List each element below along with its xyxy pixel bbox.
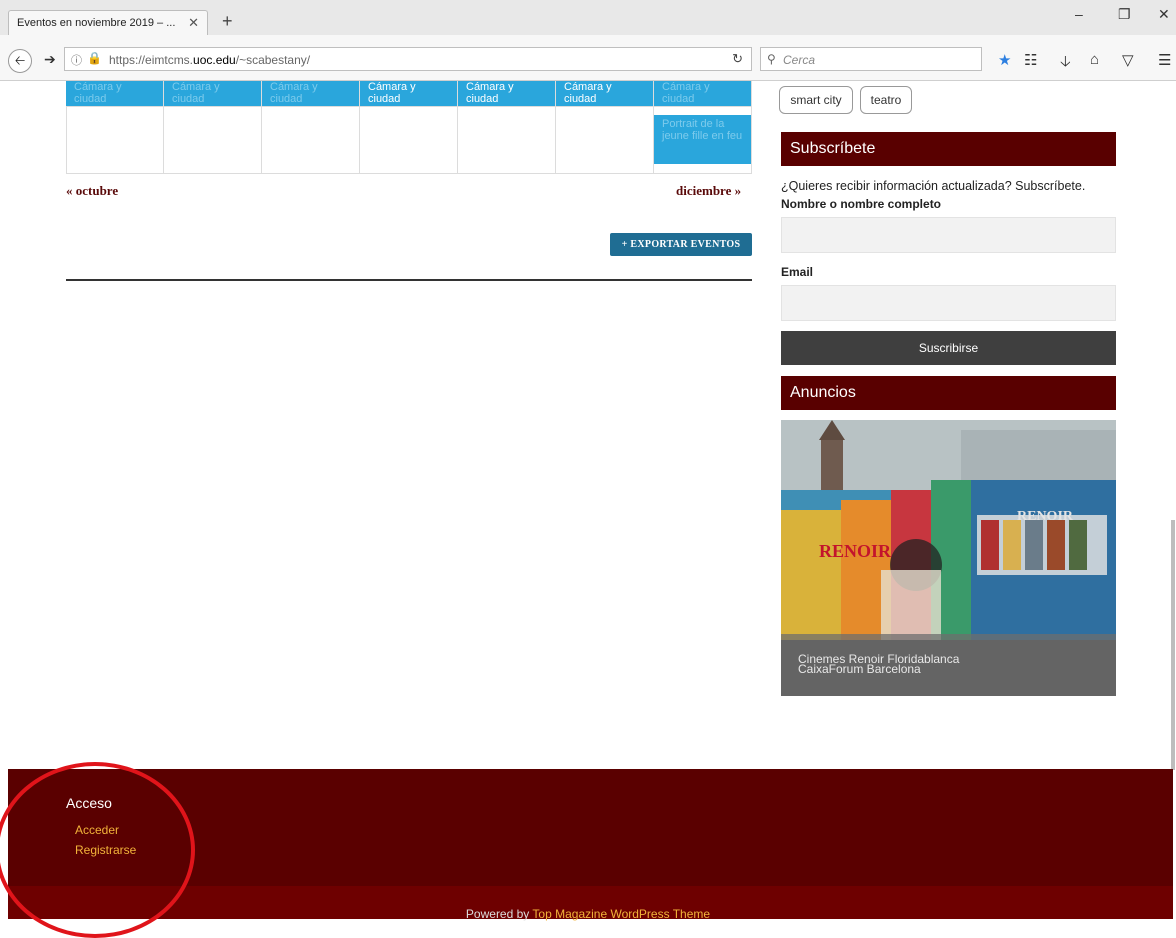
event-label: Cámara y ciudad [368, 81, 416, 105]
calendar-day[interactable] [262, 107, 360, 174]
navigation-bar: 🡠 ➔ ⓘ 🔒 https://eimtcms.uoc.edu/~scabest… [0, 35, 1176, 81]
event-label: Cámara y ciudad [172, 81, 220, 105]
calendar-event[interactable]: Cámara y ciudad [654, 81, 752, 107]
forward-arrow-icon[interactable]: ➔ [44, 51, 56, 68]
close-window-button[interactable]: ✕ [1158, 6, 1170, 23]
search-input[interactable]: ⚲ Cerca [760, 47, 982, 71]
event-label: Cámara y ciudad [662, 81, 710, 105]
annotation-circle [0, 762, 195, 938]
subscribe-heading: Subscríbete [781, 132, 1116, 166]
renoir-sign: RENOIR [819, 541, 892, 561]
calendar-event[interactable]: Cámara y ciudad [360, 81, 458, 107]
event-label: Cámara y ciudad [74, 81, 122, 105]
bookmark-star-icon[interactable]: ★ [998, 51, 1011, 69]
prev-month-link[interactable]: « octubre [66, 183, 118, 199]
calendar-event[interactable]: Portrait de la jeune fille en feu [654, 115, 751, 164]
restore-button[interactable]: ❐ [1118, 6, 1131, 23]
search-placeholder: Cerca [783, 53, 816, 67]
subscribe-button[interactable]: Suscribirse [781, 331, 1116, 365]
next-month-link[interactable]: diciembre » [676, 183, 741, 199]
pocket-icon[interactable]: ▽ [1122, 51, 1134, 69]
calendar-day[interactable] [66, 107, 164, 174]
calendar-event[interactable]: Cámara y ciudad [458, 81, 556, 107]
tag-teatro[interactable]: teatro [860, 86, 912, 114]
url-bar[interactable]: ⓘ 🔒 https://eimtcms.uoc.edu/~scabestany/… [64, 47, 752, 71]
lock-icon: 🔒 [87, 51, 102, 65]
email-label: Email [781, 265, 814, 279]
download-icon[interactable]: 🡣 [1060, 51, 1071, 76]
export-events-button[interactable]: + EXPORTAR EVENTOS [610, 233, 752, 256]
divider [66, 279, 752, 281]
subscribe-intro: ¿Quieres recibir información actualizada… [781, 179, 1086, 193]
calendar-grid: Cámara y ciudad Cámara y ciudad Cámara y… [66, 81, 752, 174]
calendar-day[interactable] [360, 107, 458, 174]
tag-smart-city[interactable]: smart city [779, 86, 853, 114]
menu-icon[interactable]: ☰ [1158, 51, 1171, 69]
bookmarks-list-icon[interactable]: ☷ [1024, 51, 1037, 69]
info-icon[interactable]: ⓘ [71, 52, 82, 68]
ad-slideshow[interactable]: RENOIR RENOIR Cinemes Renoir Floridablan… [781, 420, 1116, 696]
calendar-day[interactable] [458, 107, 556, 174]
calendar-day[interactable] [164, 107, 262, 174]
ads-heading: Anuncios [781, 376, 1116, 410]
calendar-event[interactable]: Cámara y ciudad [556, 81, 654, 107]
url-text: https://eimtcms.uoc.edu/~scabestany/ [109, 53, 311, 67]
minimize-button[interactable]: – [1075, 6, 1083, 22]
search-icon: ⚲ [767, 52, 776, 66]
name-label: Nombre o nombre completo [781, 197, 942, 211]
event-label: Portrait de la jeune fille en feu [662, 118, 743, 142]
ad-caption-subtitle: CaixaForum Barcelona [798, 662, 921, 676]
calendar-day[interactable] [556, 107, 654, 174]
renoir-sign-2: RENOIR [1017, 509, 1074, 524]
home-icon[interactable]: ⌂ [1090, 51, 1099, 68]
calendar-event[interactable]: Cámara y ciudad [262, 81, 360, 107]
reload-icon[interactable]: ↻ [732, 51, 743, 67]
email-field[interactable] [781, 285, 1116, 321]
name-field[interactable] [781, 217, 1116, 253]
browser-tab[interactable]: Eventos en noviembre 2019 – ... ✕ [8, 10, 208, 35]
back-arrow-icon[interactable]: 🡠 [8, 49, 32, 73]
event-label: Cámara y ciudad [564, 81, 612, 105]
calendar-event[interactable]: Cámara y ciudad [66, 81, 164, 107]
close-tab-icon[interactable]: ✕ [188, 15, 199, 31]
calendar-day[interactable]: Portrait de la jeune fille en feu [654, 107, 752, 174]
ad-caption: Cinemes Renoir Floridablanca CaixaForum … [781, 634, 1116, 696]
event-label: Cámara y ciudad [466, 81, 514, 105]
scrollbar[interactable] [1171, 520, 1175, 770]
tab-bar: Eventos en noviembre 2019 – ... ✕ + – ❐ … [0, 0, 1176, 35]
new-tab-button[interactable]: + [222, 12, 233, 30]
tab-title: Eventos en noviembre 2019 – ... [17, 17, 176, 29]
event-label: Cámara y ciudad [270, 81, 318, 105]
calendar-event[interactable]: Cámara y ciudad [164, 81, 262, 107]
